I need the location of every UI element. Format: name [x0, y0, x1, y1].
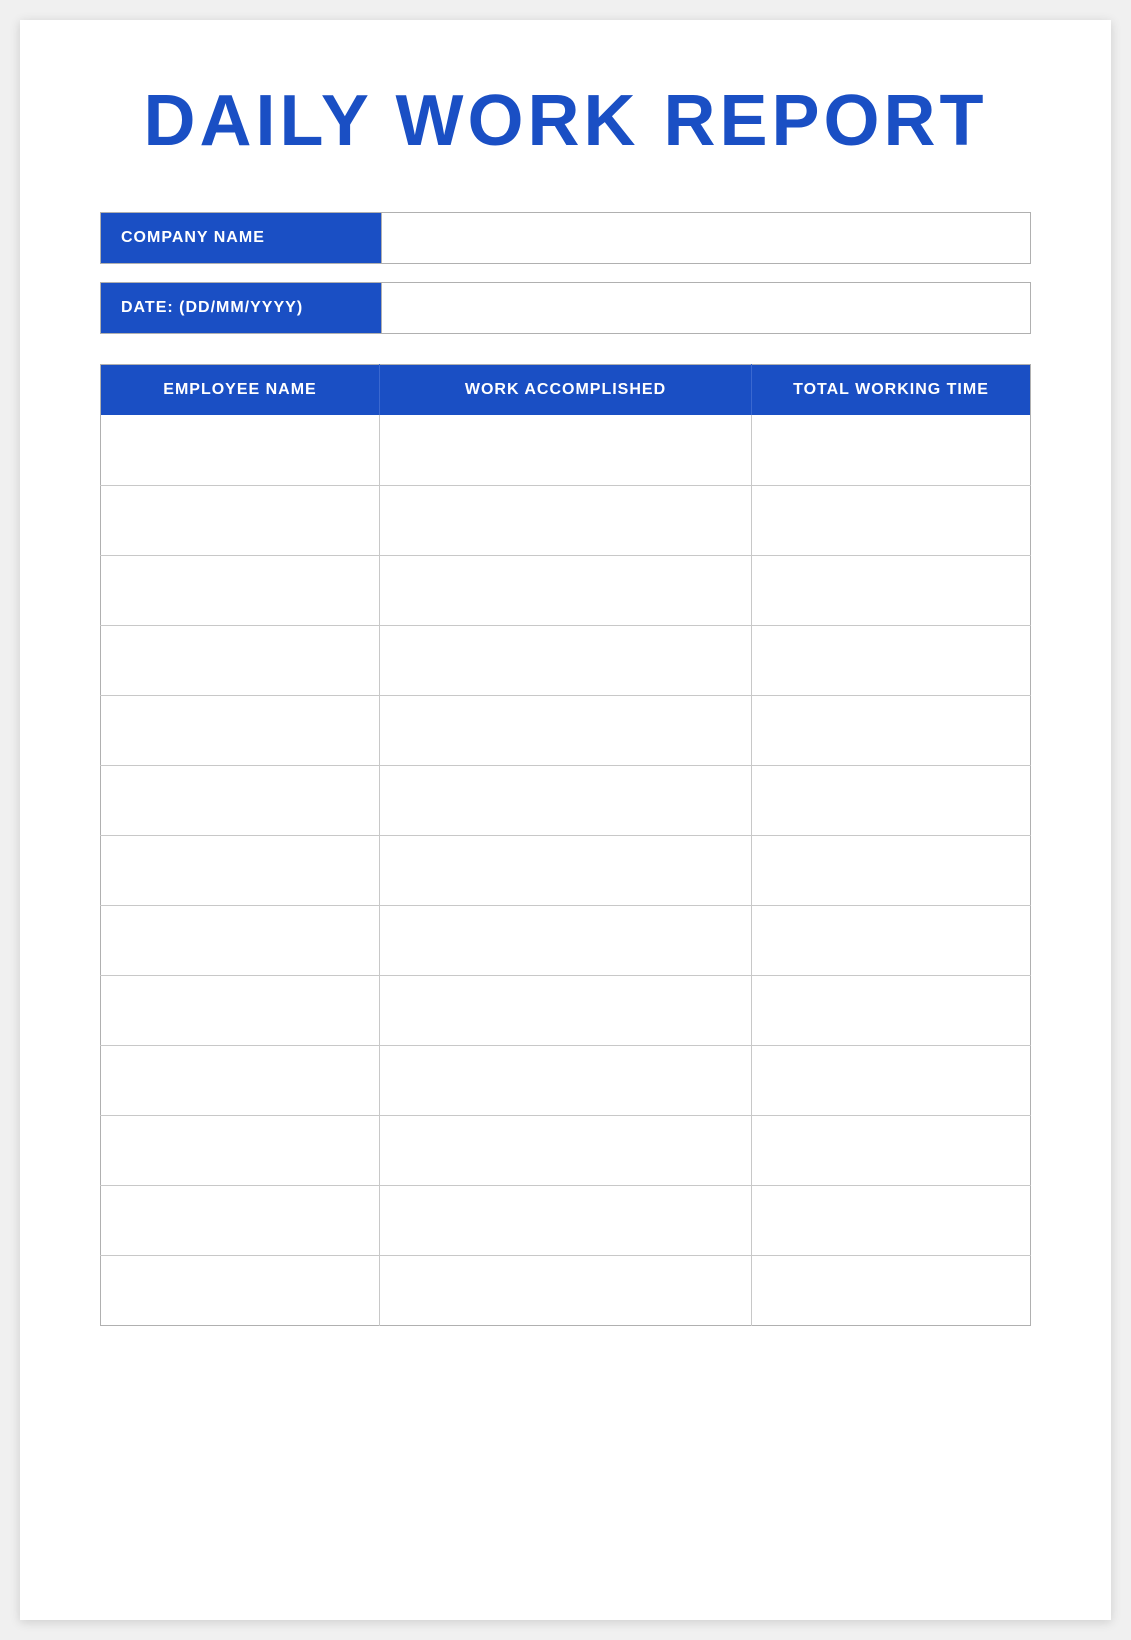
cell-employee-name[interactable]	[101, 1045, 380, 1115]
cell-work-accomplished[interactable]	[380, 485, 752, 555]
cell-work-accomplished[interactable]	[380, 905, 752, 975]
table-row	[101, 1115, 1031, 1185]
table-row	[101, 695, 1031, 765]
cell-work-accomplished[interactable]	[380, 1115, 752, 1185]
cell-total-working-time[interactable]	[752, 625, 1031, 695]
date-row: DATE: (DD/MM/YYYY)	[100, 282, 1031, 334]
cell-work-accomplished[interactable]	[380, 555, 752, 625]
cell-employee-name[interactable]	[101, 485, 380, 555]
cell-work-accomplished[interactable]	[380, 975, 752, 1045]
cell-employee-name[interactable]	[101, 555, 380, 625]
cell-total-working-time[interactable]	[752, 1045, 1031, 1115]
cell-work-accomplished[interactable]	[380, 1255, 752, 1325]
header-employee-name: EMPLOYEE NAME	[101, 365, 380, 416]
page: DAILY WORK REPORT COMPANY NAME DATE: (DD…	[20, 20, 1111, 1620]
header-total-working-time: TOTAL WORKING TIME	[752, 365, 1031, 416]
cell-employee-name[interactable]	[101, 765, 380, 835]
table-row	[101, 1255, 1031, 1325]
report-table: EMPLOYEE NAME WORK ACCOMPLISHED TOTAL WO…	[100, 364, 1031, 1326]
date-label: DATE: (DD/MM/YYYY)	[101, 283, 381, 333]
cell-work-accomplished[interactable]	[380, 835, 752, 905]
cell-work-accomplished[interactable]	[380, 695, 752, 765]
company-row: COMPANY NAME	[100, 212, 1031, 264]
cell-employee-name[interactable]	[101, 835, 380, 905]
cell-total-working-time[interactable]	[752, 975, 1031, 1045]
table-row	[101, 975, 1031, 1045]
cell-work-accomplished[interactable]	[380, 765, 752, 835]
table-row	[101, 415, 1031, 485]
table-section: EMPLOYEE NAME WORK ACCOMPLISHED TOTAL WO…	[100, 364, 1031, 1326]
table-header-row: EMPLOYEE NAME WORK ACCOMPLISHED TOTAL WO…	[101, 365, 1031, 416]
cell-total-working-time[interactable]	[752, 485, 1031, 555]
cell-work-accomplished[interactable]	[380, 1045, 752, 1115]
table-row	[101, 485, 1031, 555]
cell-total-working-time[interactable]	[752, 1185, 1031, 1255]
cell-employee-name[interactable]	[101, 905, 380, 975]
table-row	[101, 765, 1031, 835]
table-row	[101, 555, 1031, 625]
table-row	[101, 625, 1031, 695]
company-value[interactable]	[381, 213, 1030, 263]
cell-total-working-time[interactable]	[752, 1115, 1031, 1185]
table-row	[101, 905, 1031, 975]
cell-employee-name[interactable]	[101, 415, 380, 485]
cell-work-accomplished[interactable]	[380, 625, 752, 695]
cell-work-accomplished[interactable]	[380, 1185, 752, 1255]
cell-total-working-time[interactable]	[752, 835, 1031, 905]
table-row	[101, 1185, 1031, 1255]
cell-total-working-time[interactable]	[752, 905, 1031, 975]
cell-employee-name[interactable]	[101, 975, 380, 1045]
table-row	[101, 835, 1031, 905]
cell-employee-name[interactable]	[101, 625, 380, 695]
cell-employee-name[interactable]	[101, 1115, 380, 1185]
cell-work-accomplished[interactable]	[380, 415, 752, 485]
cell-total-working-time[interactable]	[752, 695, 1031, 765]
cell-employee-name[interactable]	[101, 695, 380, 765]
info-section: COMPANY NAME DATE: (DD/MM/YYYY)	[100, 212, 1031, 334]
date-value[interactable]	[381, 283, 1030, 333]
page-title: DAILY WORK REPORT	[100, 80, 1031, 162]
header-work-accomplished: WORK ACCOMPLISHED	[380, 365, 752, 416]
cell-total-working-time[interactable]	[752, 1255, 1031, 1325]
cell-employee-name[interactable]	[101, 1185, 380, 1255]
cell-total-working-time[interactable]	[752, 415, 1031, 485]
cell-total-working-time[interactable]	[752, 555, 1031, 625]
table-row	[101, 1045, 1031, 1115]
cell-total-working-time[interactable]	[752, 765, 1031, 835]
company-label: COMPANY NAME	[101, 213, 381, 263]
cell-employee-name[interactable]	[101, 1255, 380, 1325]
